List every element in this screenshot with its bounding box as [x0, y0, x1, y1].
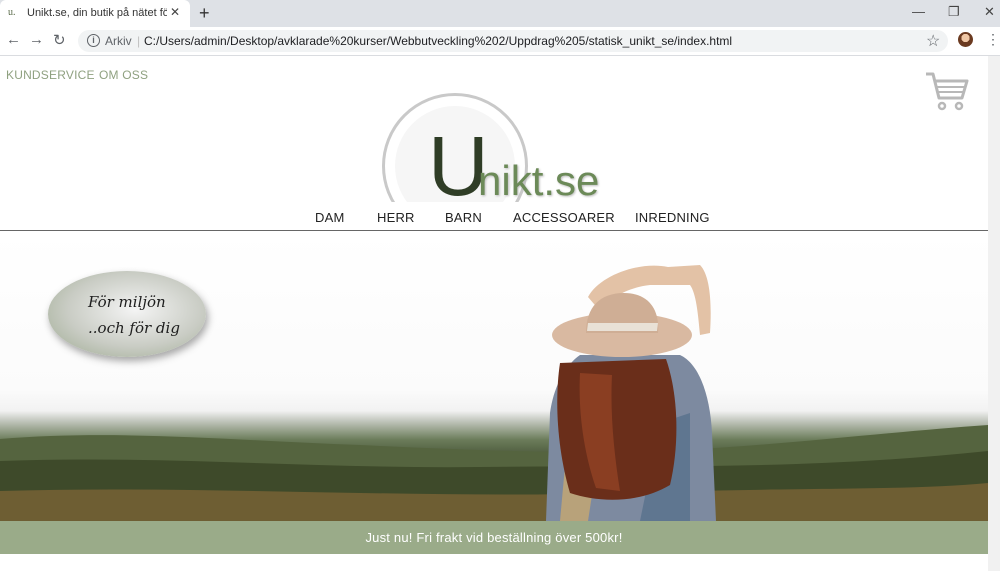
restore-icon[interactable]: ❐ [948, 4, 960, 20]
tab-title: Unikt.se, din butik på nätet för m [27, 7, 167, 19]
back-icon[interactable]: ← [6, 31, 21, 48]
page-scrollbar[interactable] [988, 56, 1000, 571]
woman-in-hat-image [546, 265, 716, 521]
browser-tab[interactable]: u. Unikt.se, din butik på nätet för m ✕ [0, 0, 190, 27]
profile-avatar[interactable] [958, 32, 973, 47]
forward-icon[interactable]: → [29, 31, 44, 48]
close-window-icon[interactable]: ✕ [984, 4, 995, 20]
slogan-badge: För miljön ..och för dig [48, 271, 206, 357]
nav-herr[interactable]: HERR [377, 210, 415, 225]
page: KUNDSERVICE OM OSS U nikt.se DAM HERR BA… [0, 56, 988, 571]
security-label: Arkiv [105, 34, 132, 48]
new-tab-icon[interactable]: + [199, 3, 210, 24]
promo-banner: Just nu! Fri frakt vid beställning över … [0, 521, 988, 554]
minimize-icon[interactable]: — [912, 4, 925, 19]
om-oss-link[interactable]: OM OSS [99, 68, 148, 82]
info-icon[interactable]: i [87, 34, 100, 47]
cart-icon[interactable] [924, 70, 970, 112]
kundservice-link[interactable]: KUNDSERVICE [6, 68, 95, 82]
browser-toolbar: ← → ↻ i Arkiv | C:/Users/admin/Desktop/a… [0, 27, 1000, 56]
landscape-image [0, 425, 988, 521]
nav-inredning[interactable]: INREDNING [635, 210, 710, 225]
url-text[interactable]: C:/Users/admin/Desktop/avklarade%20kurse… [144, 34, 732, 48]
logo-text[interactable]: nikt.se [478, 160, 599, 202]
star-icon[interactable]: ☆ [926, 31, 940, 51]
address-bar[interactable]: i Arkiv | C:/Users/admin/Desktop/avklara… [78, 30, 948, 52]
tab-strip: u. Unikt.se, din butik på nätet för m ✕ … [0, 0, 1000, 27]
hero-image: För miljön ..och för dig [0, 231, 988, 521]
slogan-line-1: För miljön [88, 293, 166, 311]
nav-accessoarer[interactable]: ACCESSOARER [513, 210, 615, 225]
close-tab-icon[interactable]: ✕ [170, 5, 180, 19]
reload-icon[interactable]: ↻ [53, 31, 66, 49]
site-favicon-icon: u. [8, 7, 16, 18]
nav-barn[interactable]: BARN [445, 210, 482, 225]
url-separator: | [137, 34, 141, 48]
nav-dam[interactable]: DAM [315, 210, 345, 225]
slogan-line-2: ..och för dig [88, 319, 180, 337]
menu-icon[interactable]: ⋮ [986, 31, 1000, 48]
